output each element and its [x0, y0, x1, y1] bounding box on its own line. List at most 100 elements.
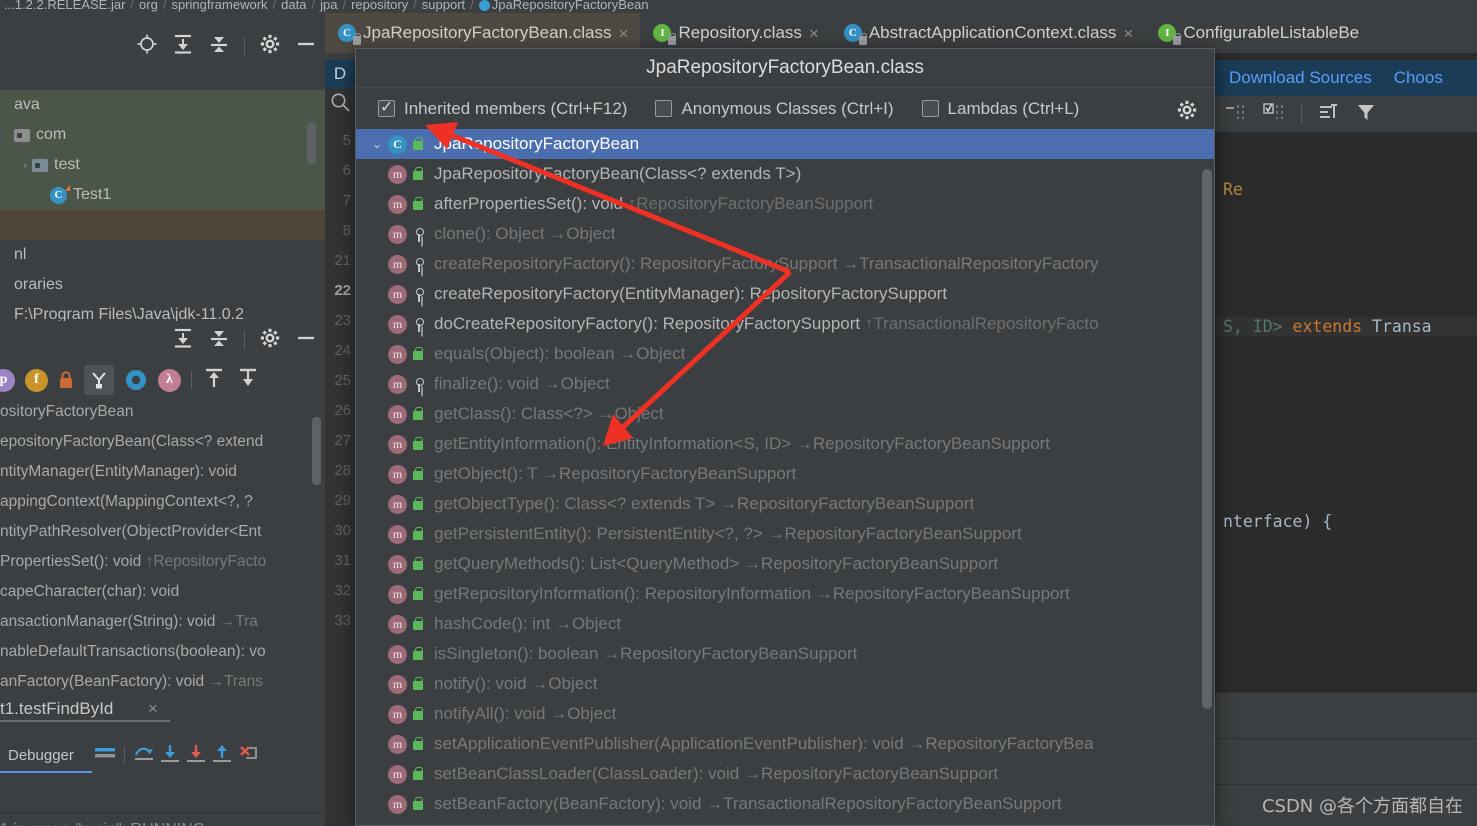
expand-all-icon[interactable]	[172, 33, 194, 60]
popup-member-item[interactable]: m setApplicationEventPublisher(Applicatio…	[356, 729, 1214, 759]
checkbox[interactable]	[378, 97, 395, 117]
checkbox[interactable]	[921, 100, 939, 117]
inherited-members-icon[interactable]	[84, 365, 114, 395]
field-icon[interactable]: f	[25, 368, 48, 392]
tree-item[interactable]: ava	[0, 90, 325, 120]
popup-member-item[interactable]: m getRepositoryInformation(): RepositoryI…	[356, 579, 1214, 609]
project-tree[interactable]: ava com › test C Test1 nl oraries F:\Program Fil…	[0, 90, 325, 330]
step-over-icon[interactable]	[131, 742, 157, 769]
breadcrumb-item[interactable]: ...1.2.2.RELEASE.jar	[4, 0, 125, 12]
structure-item[interactable]: nableDefaultTransactions(boolean): vo	[0, 637, 325, 667]
gear-icon[interactable]	[259, 33, 281, 60]
popup-option[interactable]: Lambdas (Ctrl+L)	[921, 99, 1079, 119]
expand-all-icon[interactable]	[202, 366, 226, 395]
editor-tab[interactable]: I ConfigurableListableBe	[1145, 13, 1371, 53]
popup-member-item[interactable]: m createRepositoryFactory(EntityManager):…	[356, 279, 1214, 309]
checkbox[interactable]	[655, 100, 673, 117]
code-content[interactable]: Re S, ID> extends Transa nterface) {	[1215, 132, 1477, 692]
debugger-tab-label[interactable]: Debugger	[0, 747, 84, 764]
tree-item[interactable]	[0, 210, 325, 240]
tree-scrollbar[interactable]	[307, 122, 316, 164]
structure-scrollbar[interactable]	[312, 417, 321, 485]
structure-item[interactable]: PropertiesSet(): void ↑RepositoryFacto	[0, 547, 325, 577]
structure-member-list[interactable]: ositoryFactoryBean epositoryFactoryBean(C…	[0, 397, 325, 692]
popup-option[interactable]: Inherited members (Ctrl+F12)	[378, 97, 627, 119]
structure-item[interactable]: ansactionManager(String): void →Tra	[0, 607, 325, 637]
popup-member-item[interactable]: m getEntityInformation(): EntityInformati…	[356, 429, 1214, 459]
tree-item[interactable]: oraries	[0, 270, 325, 300]
force-step-into-icon[interactable]	[183, 742, 209, 769]
structure-item[interactable]: capeCharacter(char): void	[0, 577, 325, 607]
tree-item[interactable]: › test	[0, 150, 325, 180]
popup-member-item[interactable]: m notifyAll(): void →Object	[356, 699, 1214, 729]
step-into-icon[interactable]	[157, 742, 183, 769]
popup-member-item[interactable]: m afterPropertiesSet(): void ↑RepositoryF…	[356, 189, 1214, 219]
frames-icon[interactable]	[92, 742, 118, 769]
popup-member-item[interactable]: m clone(): Object →Object	[356, 219, 1214, 249]
popup-member-item[interactable]: m getPersistentEntity(): PersistentEntity…	[356, 519, 1214, 549]
tree-item[interactable]: C Test1	[0, 180, 325, 210]
structure-item[interactable]: ntityManager(EntityManager): void	[0, 457, 325, 487]
popup-member-list[interactable]: ⌄ C JpaRepositoryFactoryBean m JpaRepository…	[356, 129, 1214, 825]
editor-tab[interactable]: C JpaRepositoryFactoryBean.class ×	[325, 13, 641, 53]
popup-member-item[interactable]: m finalize(): void →Object	[356, 369, 1214, 399]
select-icon[interactable]	[1263, 102, 1285, 127]
popup-scrollbar[interactable]	[1202, 169, 1212, 709]
sort-icon[interactable]	[1318, 102, 1340, 127]
filter-icon[interactable]	[1356, 102, 1376, 127]
breadcrumb-item[interactable]: org	[139, 0, 158, 12]
popup-member-item[interactable]: m setBeanClassLoader(ClassLoader): void →…	[356, 759, 1214, 789]
run-to-cursor-icon[interactable]	[235, 742, 261, 769]
file-structure-popup[interactable]: JpaRepositoryFactoryBean.class Inherited…	[355, 48, 1215, 826]
editor-tab[interactable]: I Repository.class ×	[640, 13, 830, 53]
chevron-down-icon[interactable]: ⌄	[366, 137, 388, 151]
breadcrumb-item[interactable]: jpa	[320, 0, 337, 12]
run-tab-label[interactable]: t1.testFindById	[0, 699, 113, 719]
tree-item[interactable]: nl	[0, 240, 325, 270]
tree-item[interactable]: com	[0, 120, 325, 150]
hide-panel-icon[interactable]	[295, 327, 317, 354]
breadcrumb-item[interactable]: JpaRepositoryFactoryBean	[492, 0, 649, 12]
run-tab-close-icon[interactable]: ×	[148, 699, 158, 719]
structure-item[interactable]: appingContext(MappingContext<?, ?	[0, 487, 325, 517]
structure-item[interactable]: anFactory(BeanFactory): void →Trans	[0, 667, 325, 692]
editor-tab[interactable]: C AbstractApplicationContext.class ×	[831, 13, 1146, 53]
locate-icon[interactable]	[136, 33, 158, 60]
popup-member-item[interactable]: m getObject(): T →RepositoryFactoryBeanSu…	[356, 459, 1214, 489]
expand-icon[interactable]	[1225, 102, 1247, 127]
close-icon[interactable]: ×	[619, 25, 629, 42]
tree-twisty[interactable]: ›	[18, 160, 32, 171]
step-out-icon[interactable]	[209, 742, 235, 769]
collapse-all-icon[interactable]	[208, 327, 230, 354]
structure-item[interactable]: epositoryFactoryBean(Class<? extend	[0, 427, 325, 457]
breadcrumb-item[interactable]: support	[422, 0, 465, 12]
search-icon[interactable]	[330, 92, 351, 118]
popup-root-item[interactable]: ⌄ C JpaRepositoryFactoryBean	[356, 129, 1214, 159]
private-icon[interactable]	[58, 371, 74, 389]
popup-member-item[interactable]: m getClass(): Class<?> →Object	[356, 399, 1214, 429]
popup-member-item[interactable]: m setBeanFactory(BeanFactory): void →Tran…	[356, 789, 1214, 819]
expand-all-icon[interactable]	[172, 327, 194, 354]
popup-member-item[interactable]: m getObjectType(): Class<? extends T> →Re…	[356, 489, 1214, 519]
popup-member-item[interactable]: m doCreateRepositoryFactory(): Repository…	[356, 309, 1214, 339]
popup-member-item[interactable]: m isSingleton(): boolean →RepositoryFacto…	[356, 639, 1214, 669]
popup-option[interactable]: Anonymous Classes (Ctrl+I)	[655, 99, 894, 119]
collapse-all-icon[interactable]	[236, 366, 260, 395]
breadcrumb-item[interactable]: springframework	[171, 0, 267, 12]
choose-sources-link[interactable]: Choos	[1394, 68, 1443, 88]
property-icon[interactable]: p	[0, 368, 15, 392]
download-sources-link[interactable]: Download Sources	[1229, 68, 1372, 88]
popup-member-item[interactable]: m getQueryMethods(): List<QueryMethod> →R…	[356, 549, 1214, 579]
popup-member-item[interactable]: m hashCode(): int →Object	[356, 609, 1214, 639]
popup-member-item[interactable]: m notify(): void →Object	[356, 669, 1214, 699]
popup-member-item[interactable]: m equals(Object): boolean →Object	[356, 339, 1214, 369]
breadcrumb-item[interactable]: data	[281, 0, 306, 12]
close-icon[interactable]: ×	[1123, 25, 1133, 42]
structure-item[interactable]: ntityPathResolver(ObjectProvider<Ent	[0, 517, 325, 547]
hide-panel-icon[interactable]	[295, 33, 317, 60]
popup-member-item[interactable]: m createRepositoryFactory(): RepositoryFa…	[356, 249, 1214, 279]
close-icon[interactable]: ×	[809, 25, 819, 42]
breadcrumb-item[interactable]: repository	[351, 0, 408, 12]
interface-icon[interactable]	[124, 368, 148, 392]
gear-icon[interactable]	[1176, 99, 1198, 126]
